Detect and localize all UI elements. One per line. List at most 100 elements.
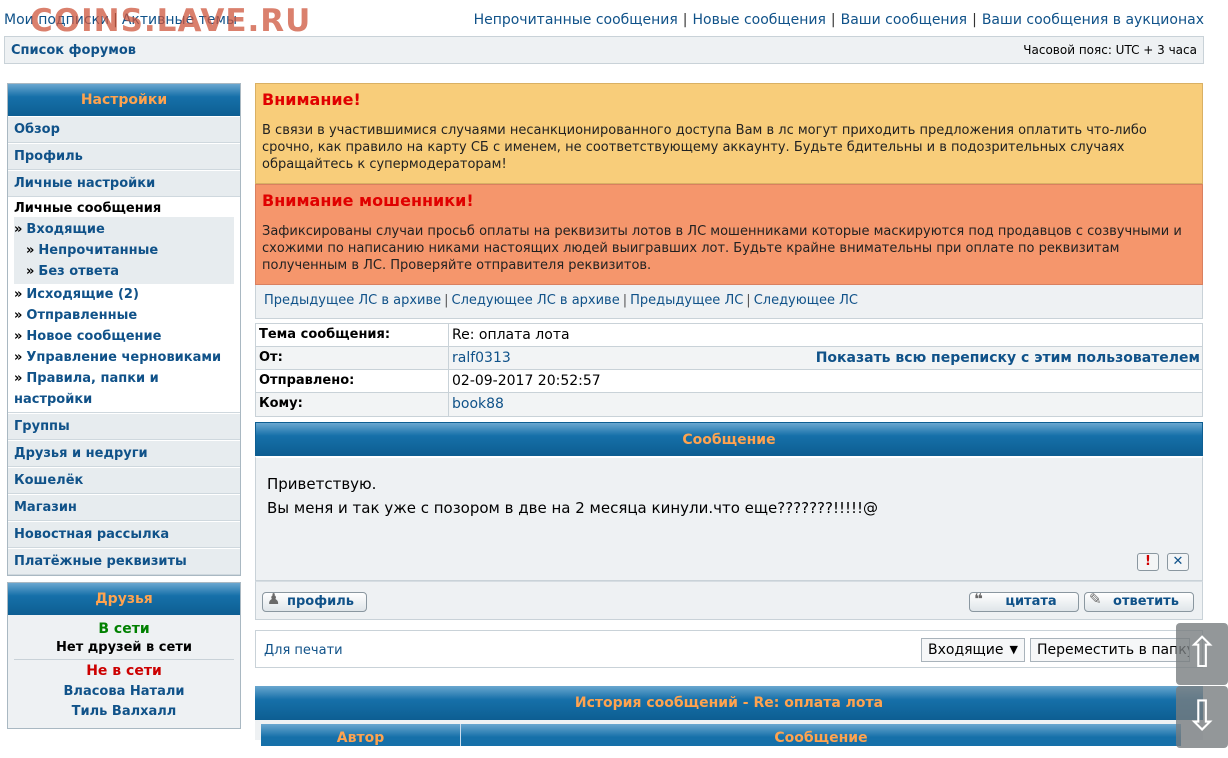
history-col-author: Автор: [261, 724, 461, 746]
sidebar-item-new-message[interactable]: » Новое сообщение: [14, 326, 240, 347]
message-actions: ♟ профиль ❝ цитата ✎ ответить: [255, 581, 1203, 620]
friend-link[interactable]: Тиль Валхалл: [14, 702, 234, 722]
recipient-link[interactable]: book88: [452, 396, 504, 412]
fraud-warning-title: Внимание мошенники!: [262, 191, 474, 210]
from-label: От:: [256, 347, 449, 369]
rules-label-2: настройки: [14, 392, 93, 407]
top-bar: Мои подписки | Активные темы COINS.LAVE.RU…: [0, 0, 1228, 39]
online-heading: В сети: [98, 621, 150, 637]
separator: |: [113, 12, 118, 28]
sidebar-item-rules[interactable]: » Правила, папки и настройки: [14, 368, 240, 410]
print-link[interactable]: Для печати: [264, 643, 343, 658]
sent-label: Отправлено:: [256, 370, 449, 392]
top-left-links: Мои подписки | Активные темы: [4, 12, 237, 28]
quote-button[interactable]: ❝ цитата: [969, 590, 1079, 612]
unread-messages-link[interactable]: Непрочитанные сообщения: [474, 12, 678, 28]
to-cell: book88: [449, 393, 1202, 416]
outbox-label: Исходящие (2): [26, 287, 139, 302]
main-content: Внимание! В связи в участившимися случая…: [255, 83, 1203, 746]
settings-panel: Настройки Обзор Профиль Личные настройки…: [7, 83, 241, 576]
sidebar-item-personal-settings[interactable]: Личные настройки: [8, 170, 240, 197]
scroll-up-icon[interactable]: ⇧: [1176, 623, 1228, 685]
next-archived-pm-link[interactable]: Следующее ЛС в архиве: [452, 293, 620, 308]
sidebar-item-no-reply[interactable]: » Без ответа: [14, 261, 234, 282]
sidebar-item-shop[interactable]: Магазин: [8, 494, 240, 521]
delete-icon[interactable]: ✕: [1167, 553, 1189, 571]
subject-value: Re: оплата лота: [452, 327, 570, 343]
prev-pm-link[interactable]: Предыдущее ЛС: [630, 293, 743, 308]
friends-body: В сети Нет друзей в сети Не в сети Власо…: [8, 615, 240, 728]
raquo-icon: »: [14, 371, 23, 386]
sidebar-item-newsletter[interactable]: Новостная рассылка: [8, 521, 240, 548]
user-icon: ♟: [267, 590, 281, 608]
report-icon[interactable]: !: [1137, 553, 1159, 571]
scroll-down-icon[interactable]: ⇩: [1176, 686, 1228, 748]
sidebar-item-groups[interactable]: Группы: [8, 413, 240, 440]
sidebar-item-friends-foes[interactable]: Друзья и недруги: [8, 440, 240, 467]
raquo-icon: »: [26, 264, 35, 279]
show-conversation-link[interactable]: Показать всю переписку с этим пользовате…: [816, 350, 1200, 366]
drafts-label: Управление черновиками: [26, 350, 222, 365]
fraud-warning-text: Зафиксированы случаи просьб оплаты на ре…: [262, 224, 1182, 273]
reply-label: ответить: [1113, 594, 1179, 609]
friend-link[interactable]: Власова Натали: [14, 682, 234, 702]
separator: |: [622, 293, 628, 308]
separator: |: [830, 12, 836, 28]
new-messages-link[interactable]: Новые сообщения: [693, 12, 826, 28]
move-to-folder-button[interactable]: Переместить в папку: [1030, 638, 1190, 662]
no-friends-online-text: Нет друзей в сети: [14, 639, 234, 660]
forum-list-link[interactable]: Список форумов: [11, 43, 136, 58]
auction-messages-link[interactable]: Ваши сообщения в аукционах: [982, 12, 1204, 28]
sidebar-item-unread[interactable]: » Непрочитанные: [14, 240, 234, 261]
raquo-icon: »: [14, 222, 23, 237]
raquo-icon: »: [26, 243, 35, 258]
print-bar: Для печати Входящие ▼ Переместить в папку: [255, 630, 1203, 668]
subject-row: Тема сообщения: Re: оплата лота: [256, 324, 1202, 347]
chevron-down-icon: ▼: [1009, 643, 1018, 656]
your-messages-link[interactable]: Ваши сообщения: [841, 12, 967, 28]
reply-button[interactable]: ✎ ответить: [1084, 590, 1194, 612]
friends-panel: Друзья В сети Нет друзей в сети Не в сет…: [7, 582, 241, 729]
next-pm-link[interactable]: Следующее ЛС: [754, 293, 858, 308]
active-topics-link[interactable]: Активные темы: [122, 12, 237, 28]
fraud-warning-notice: Внимание мошенники! Зафиксированы случаи…: [255, 184, 1203, 285]
separator: |: [972, 12, 977, 28]
new-message-label: Новое сообщение: [26, 329, 162, 344]
history-table: Автор Сообщение: [255, 720, 1203, 746]
sidebar-item-drafts[interactable]: » Управление черновиками: [14, 347, 240, 368]
unread-label: Непрочитанные: [38, 243, 159, 258]
sidebar: Настройки Обзор Профиль Личные настройки…: [7, 83, 241, 729]
private-messages-section: Личные сообщения » Входящие » Непрочитанны…: [8, 197, 240, 413]
separator: |: [444, 293, 449, 308]
warning-text: В связи в участившимися случаями несанкц…: [262, 123, 1147, 172]
sent-value: 02-09-2017 20:52:57: [452, 373, 601, 389]
inbox-label: Входящие: [26, 222, 105, 237]
sidebar-item-sent[interactable]: » Отправленные: [14, 305, 240, 326]
rules-label: Правила, папки и: [26, 371, 159, 386]
friends-panel-title: Друзья: [8, 583, 240, 615]
sidebar-item-wallet[interactable]: Кошелёк: [8, 467, 240, 494]
sidebar-item-payment-details[interactable]: Платёжные реквизиты: [8, 548, 240, 575]
prev-archived-pm-link[interactable]: Предыдущее ЛС в архиве: [264, 293, 441, 308]
reply-icon: ✎: [1089, 590, 1102, 608]
raquo-icon: »: [14, 350, 23, 365]
history-col-message: Сообщение: [774, 730, 868, 746]
separator: |: [682, 12, 688, 28]
sidebar-item-overview[interactable]: Обзор: [8, 116, 240, 143]
to-label: Кому:: [256, 393, 449, 416]
profile-button[interactable]: ♟ профиль: [262, 590, 367, 612]
sidebar-item-inbox[interactable]: » Входящие: [14, 219, 234, 240]
message-body: Приветствую. Вы меня и так уже с позором…: [255, 456, 1203, 581]
inbox-group: » Входящие » Непрочитанные » Без ответа: [14, 217, 234, 284]
folder-select-value: Входящие: [928, 642, 1004, 658]
sidebar-item-profile[interactable]: Профиль: [8, 143, 240, 170]
my-subscriptions-link[interactable]: Мои подписки: [4, 12, 109, 28]
sender-link[interactable]: ralf0313: [452, 350, 511, 366]
quote-label: цитата: [1005, 594, 1057, 609]
message-line: Вы меня и так уже с позором в две на 2 м…: [267, 499, 879, 517]
from-cell: ralf0313 Показать всю переписку с этим п…: [449, 347, 1202, 369]
message-icons: ! ✕: [1137, 553, 1189, 571]
sidebar-item-outbox[interactable]: » Исходящие (2): [14, 284, 240, 305]
from-row: От: ralf0313 Показать всю переписку с эт…: [256, 347, 1202, 370]
folder-select[interactable]: Входящие ▼: [921, 638, 1025, 662]
